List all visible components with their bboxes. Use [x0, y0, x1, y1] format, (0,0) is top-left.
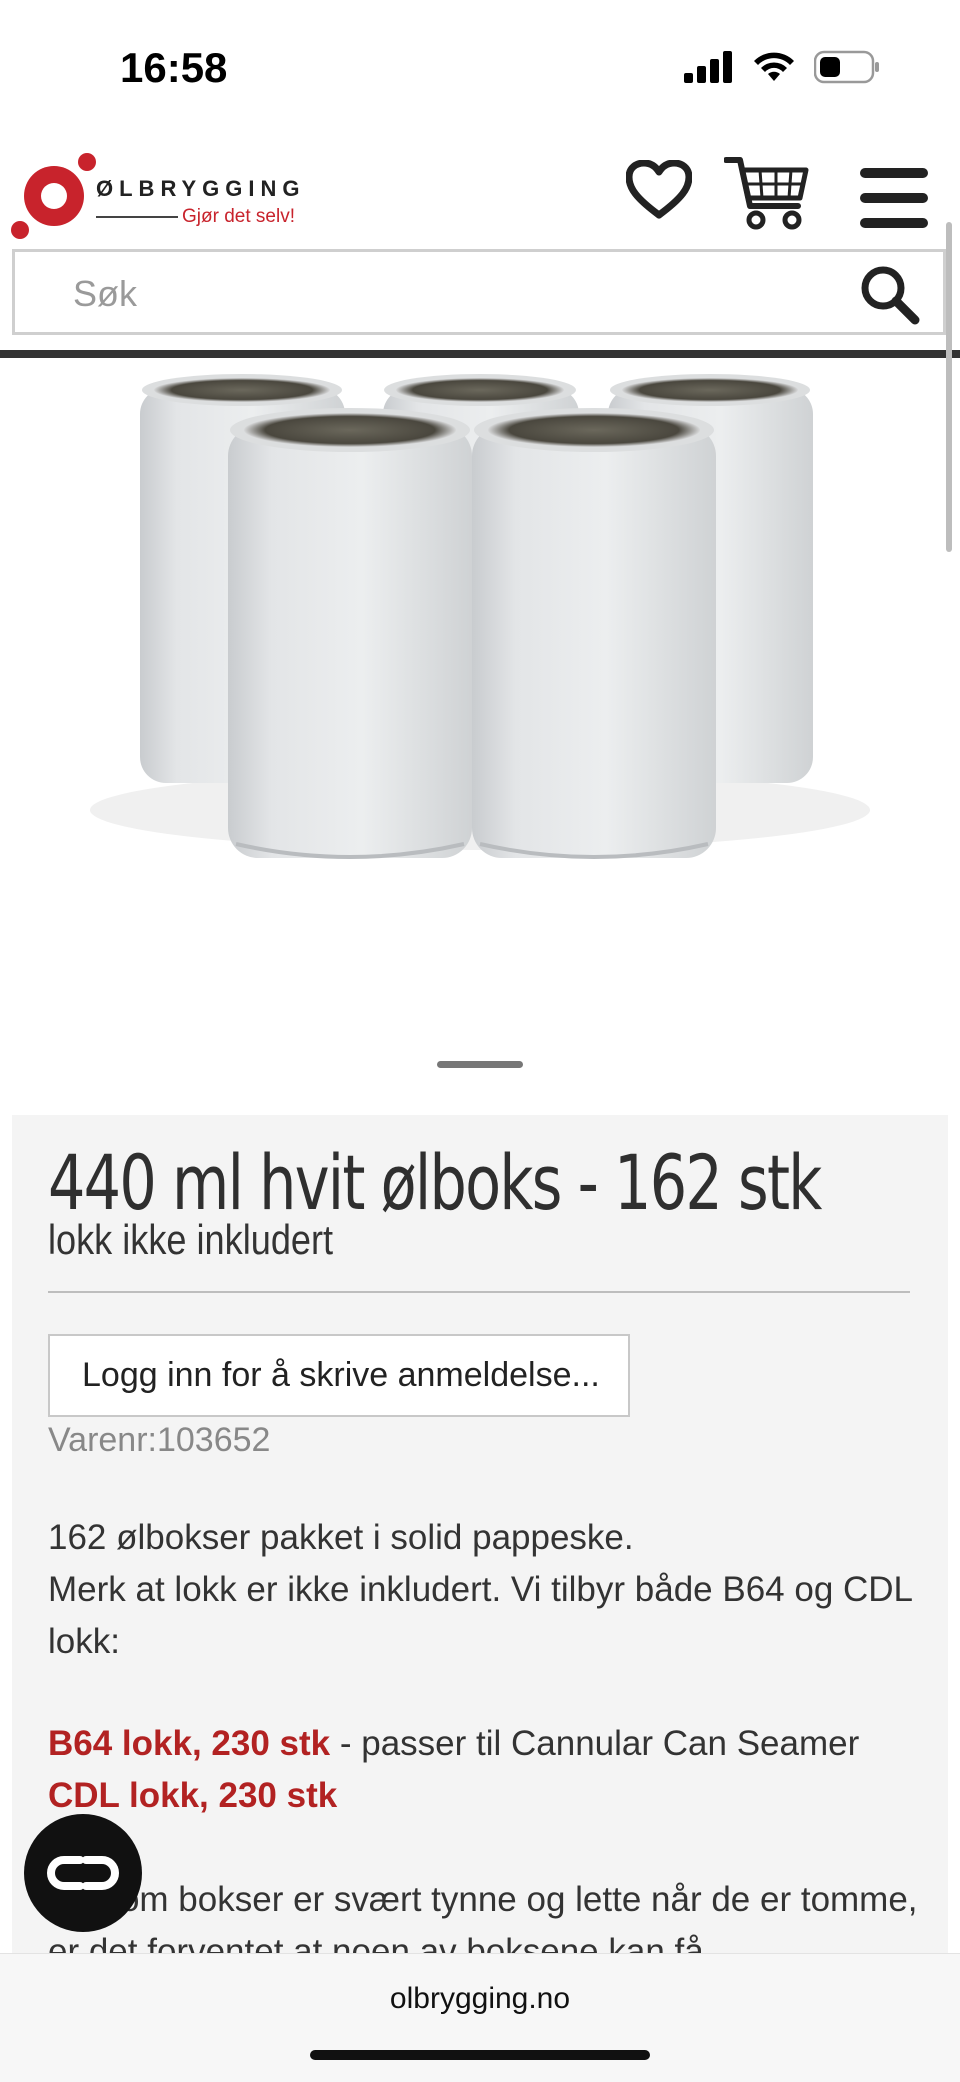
- b64-lid-link[interactable]: B64 lokk, 230 stk: [48, 1724, 330, 1763]
- description-line-3: Da som bokser er svært tynne og lette nå…: [48, 1880, 918, 1954]
- description-line-2: Merk at lokk er ikke inkludert. Vi tilby…: [48, 1570, 912, 1661]
- cdl-lid-link[interactable]: CDL lokk, 230 stk: [48, 1776, 337, 1815]
- home-indicator[interactable]: [310, 2050, 650, 2060]
- description-link-line-2: CDL lokk, 230 stk: [48, 1770, 918, 1822]
- product-subtitle: lokk ikke inkludert: [48, 1216, 334, 1263]
- header-divider: [0, 350, 960, 358]
- title-divider: [48, 1291, 910, 1293]
- product-title: 440 ml hvit ølboks - 162 stk: [48, 1138, 822, 1227]
- search-input[interactable]: [71, 268, 835, 320]
- search-icon[interactable]: [857, 262, 921, 326]
- search-bar: [12, 249, 946, 335]
- logo-divider: [96, 216, 178, 218]
- can-front-right: [472, 408, 716, 859]
- logo-wordmark: ØLBRYGGING: [96, 176, 306, 201]
- logo-mark-icon: [11, 153, 96, 239]
- browser-bottom-bar: [0, 1953, 960, 2082]
- can-front-left: [228, 408, 472, 859]
- floating-link-button[interactable]: [24, 1814, 142, 1932]
- product-sku: Varenr:103652: [48, 1421, 271, 1459]
- cart-icon[interactable]: [724, 154, 810, 232]
- write-review-button[interactable]: Logg inn for å skrive anmeldelse...: [48, 1334, 630, 1417]
- logo-tagline: Gjør det selv!: [182, 206, 295, 227]
- status-time: 16:58: [120, 44, 228, 91]
- status-icons: [684, 50, 880, 84]
- description-line-1: 162 ølbokser pakket i solid pappeske.: [48, 1518, 634, 1557]
- wifi-icon: [754, 52, 794, 81]
- battery-icon: [814, 50, 879, 84]
- carousel-indicator[interactable]: [437, 1061, 523, 1068]
- signal-icon: [684, 51, 732, 83]
- product-image[interactable]: [0, 358, 960, 1058]
- description-link-line-1: B64 lokk, 230 stk - passer til Cannular …: [48, 1718, 918, 1770]
- menu-icon[interactable]: [860, 168, 928, 230]
- heart-icon[interactable]: [626, 160, 692, 220]
- b64-lid-note: - passer til Cannular Can Seamer: [330, 1724, 860, 1763]
- browser-url[interactable]: olbrygging.no: [0, 1982, 960, 2016]
- link-icon: [47, 1856, 119, 1890]
